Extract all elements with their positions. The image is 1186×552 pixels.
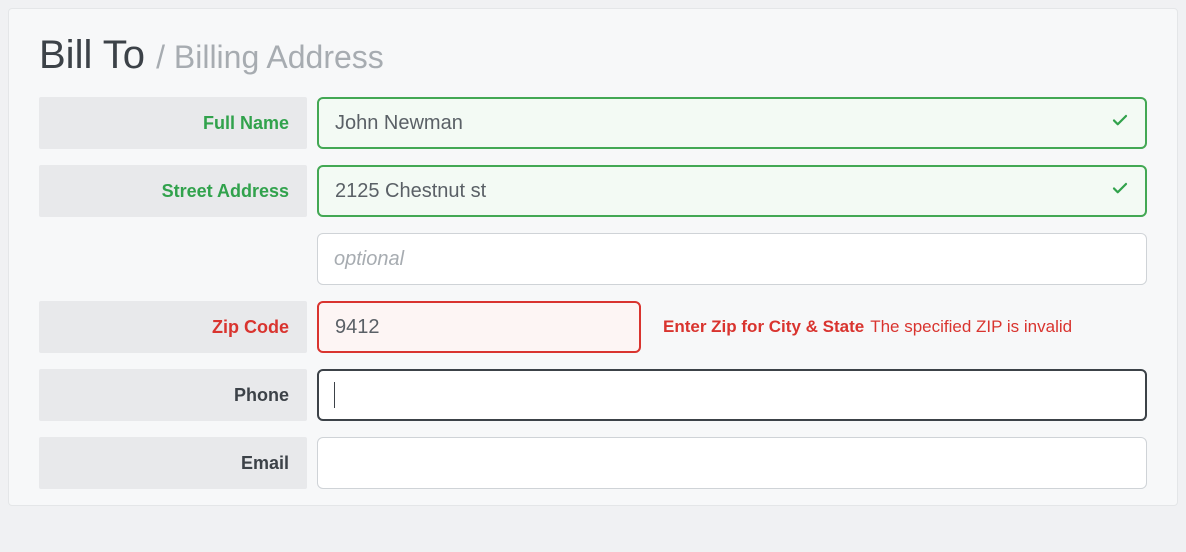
row-email: Email — [39, 437, 1147, 489]
email-field[interactable] — [317, 437, 1147, 489]
billing-panel: Bill To / Billing Address Full Name Stre… — [8, 8, 1178, 506]
label-phone: Phone — [39, 369, 307, 421]
input-wrap-zip — [317, 301, 641, 353]
full-name-field[interactable] — [317, 97, 1147, 149]
input-wrap-street — [317, 165, 1147, 217]
row-street: Street Address — [39, 165, 1147, 217]
row-zip: Zip Code Enter Zip for City & State The … — [39, 301, 1147, 353]
zip-field[interactable] — [317, 301, 641, 353]
input-wrap-street2 — [317, 233, 1147, 285]
street-field[interactable] — [317, 165, 1147, 217]
zip-hint-message: The specified ZIP is invalid — [870, 317, 1072, 337]
street2-field[interactable] — [317, 233, 1147, 285]
phone-field[interactable] — [317, 369, 1147, 421]
label-zip: Zip Code — [39, 301, 307, 353]
label-email: Email — [39, 437, 307, 489]
page-title-main: Bill To — [39, 33, 156, 77]
row-full-name: Full Name — [39, 97, 1147, 149]
zip-hint-title: Enter Zip for City & State — [663, 317, 864, 337]
label-street: Street Address — [39, 165, 307, 217]
label-street2 — [39, 233, 307, 285]
input-wrap-phone — [317, 369, 1147, 421]
input-wrap-full-name — [317, 97, 1147, 149]
label-full-name: Full Name — [39, 97, 307, 149]
row-street2 — [39, 233, 1147, 285]
input-wrap-email — [317, 437, 1147, 489]
page-title-sub: / Billing Address — [156, 39, 384, 75]
page-title: Bill To / Billing Address — [39, 31, 1147, 79]
zip-hint: Enter Zip for City & State The specified… — [641, 301, 1147, 353]
row-phone: Phone — [39, 369, 1147, 421]
